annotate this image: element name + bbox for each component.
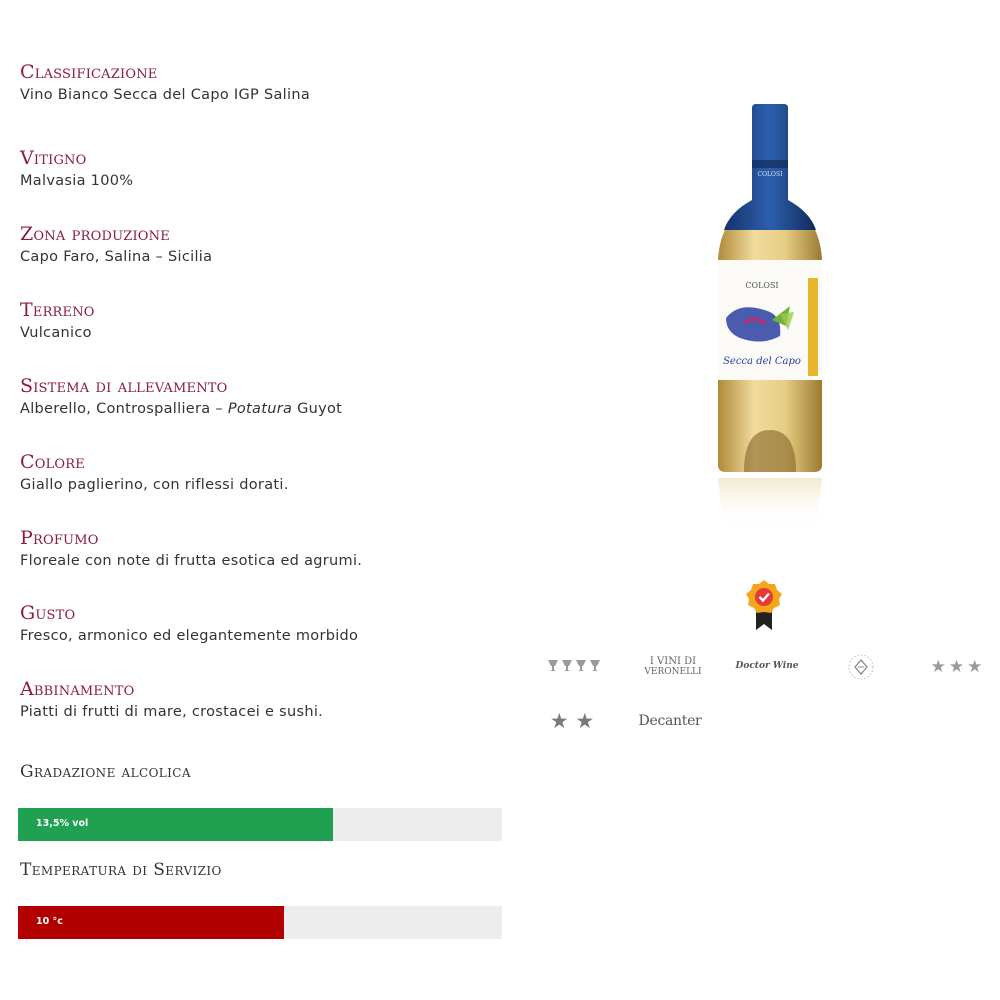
wine-bottle-illustration: COLOSI COLOSI Secca del Capo <box>718 104 822 530</box>
award-ribbon-icon <box>746 580 782 634</box>
gambero-rosso-glasses-icon <box>544 656 604 676</box>
spec-label: Vitigno <box>20 147 87 169</box>
spec-label: Classificazione <box>20 61 158 83</box>
alcohol-meter-label: Gradazione alcolica <box>20 762 191 782</box>
spec-profumo: Profumo Floreale con note di frutta esot… <box>20 526 362 572</box>
veronelli-logo: I VINI DI VERONELLI <box>644 656 702 677</box>
capsule-brand: COLOSI <box>758 171 784 178</box>
spec-label: Profumo <box>20 527 99 549</box>
two-stars-rating: ★ ★ <box>549 709 595 733</box>
spec-label: Abbinamento <box>20 678 135 700</box>
spec-label: Gusto <box>20 602 76 624</box>
wine-bottle-image: COLOSI COLOSI Secca del Capo <box>700 100 840 530</box>
spec-label: Zona produzione <box>20 223 170 245</box>
spec-label: Sistema di allevamento <box>20 375 228 397</box>
spec-vitigno: Vitigno Malvasia 100% <box>20 146 133 192</box>
temperature-meter-value: 10 °c <box>36 916 63 927</box>
spec-value: Fresco, armonico ed elegantemente morbid… <box>20 628 359 644</box>
spec-value: Vulcanico <box>20 325 92 341</box>
spec-value: Capo Faro, Salina – Sicilia <box>20 249 213 265</box>
decanter-logo: Decanter <box>638 713 702 729</box>
three-stars-rating: ★★★ <box>930 657 986 677</box>
label-wine-name: Secca del Capo <box>723 356 801 367</box>
alcohol-meter-value: 13,5% vol <box>36 818 89 829</box>
spec-label: Colore <box>20 451 85 473</box>
temperature-meter: 10 °c <box>18 906 502 939</box>
spec-value: Piatti di frutti di mare, crostacei e su… <box>20 704 324 720</box>
spec-sistema-allevamento: Sistema di allevamento Alberello, Contro… <box>20 374 342 420</box>
spec-value: Floreale con note di frutta esotica ed a… <box>20 553 363 569</box>
doctor-wine-logo: Doctor Wine <box>735 661 799 671</box>
diamond-award-icon <box>846 652 876 682</box>
spec-terreno: Terreno Vulcanico <box>20 298 95 344</box>
spec-gusto: Gusto Fresco, armonico ed elegantemente … <box>20 601 358 647</box>
spec-value: Vino Bianco Secca del Capo IGP Salina <box>20 87 311 103</box>
spec-classificazione: Classificazione Vino Bianco Secca del Ca… <box>20 60 310 106</box>
temperature-meter-label: Temperatura di Servizio <box>20 860 222 880</box>
italic-term: Potatura <box>227 401 293 417</box>
spec-abbinamento: Abbinamento Piatti di frutti di mare, cr… <box>20 677 323 723</box>
label-brand: COLOSI <box>745 281 778 290</box>
spec-value: Giallo paglierino, con riflessi dorati. <box>20 477 289 493</box>
spec-colore: Colore Giallo paglierino, con riflessi d… <box>20 450 289 496</box>
spec-value: Malvasia 100% <box>20 173 134 189</box>
spec-value: Alberello, Controspalliera – Potatura Gu… <box>20 401 343 417</box>
alcohol-meter: 13,5% vol <box>18 808 502 841</box>
spec-label: Terreno <box>20 299 95 321</box>
spec-zona-produzione: Zona produzione Capo Faro, Salina – Sici… <box>20 222 212 268</box>
